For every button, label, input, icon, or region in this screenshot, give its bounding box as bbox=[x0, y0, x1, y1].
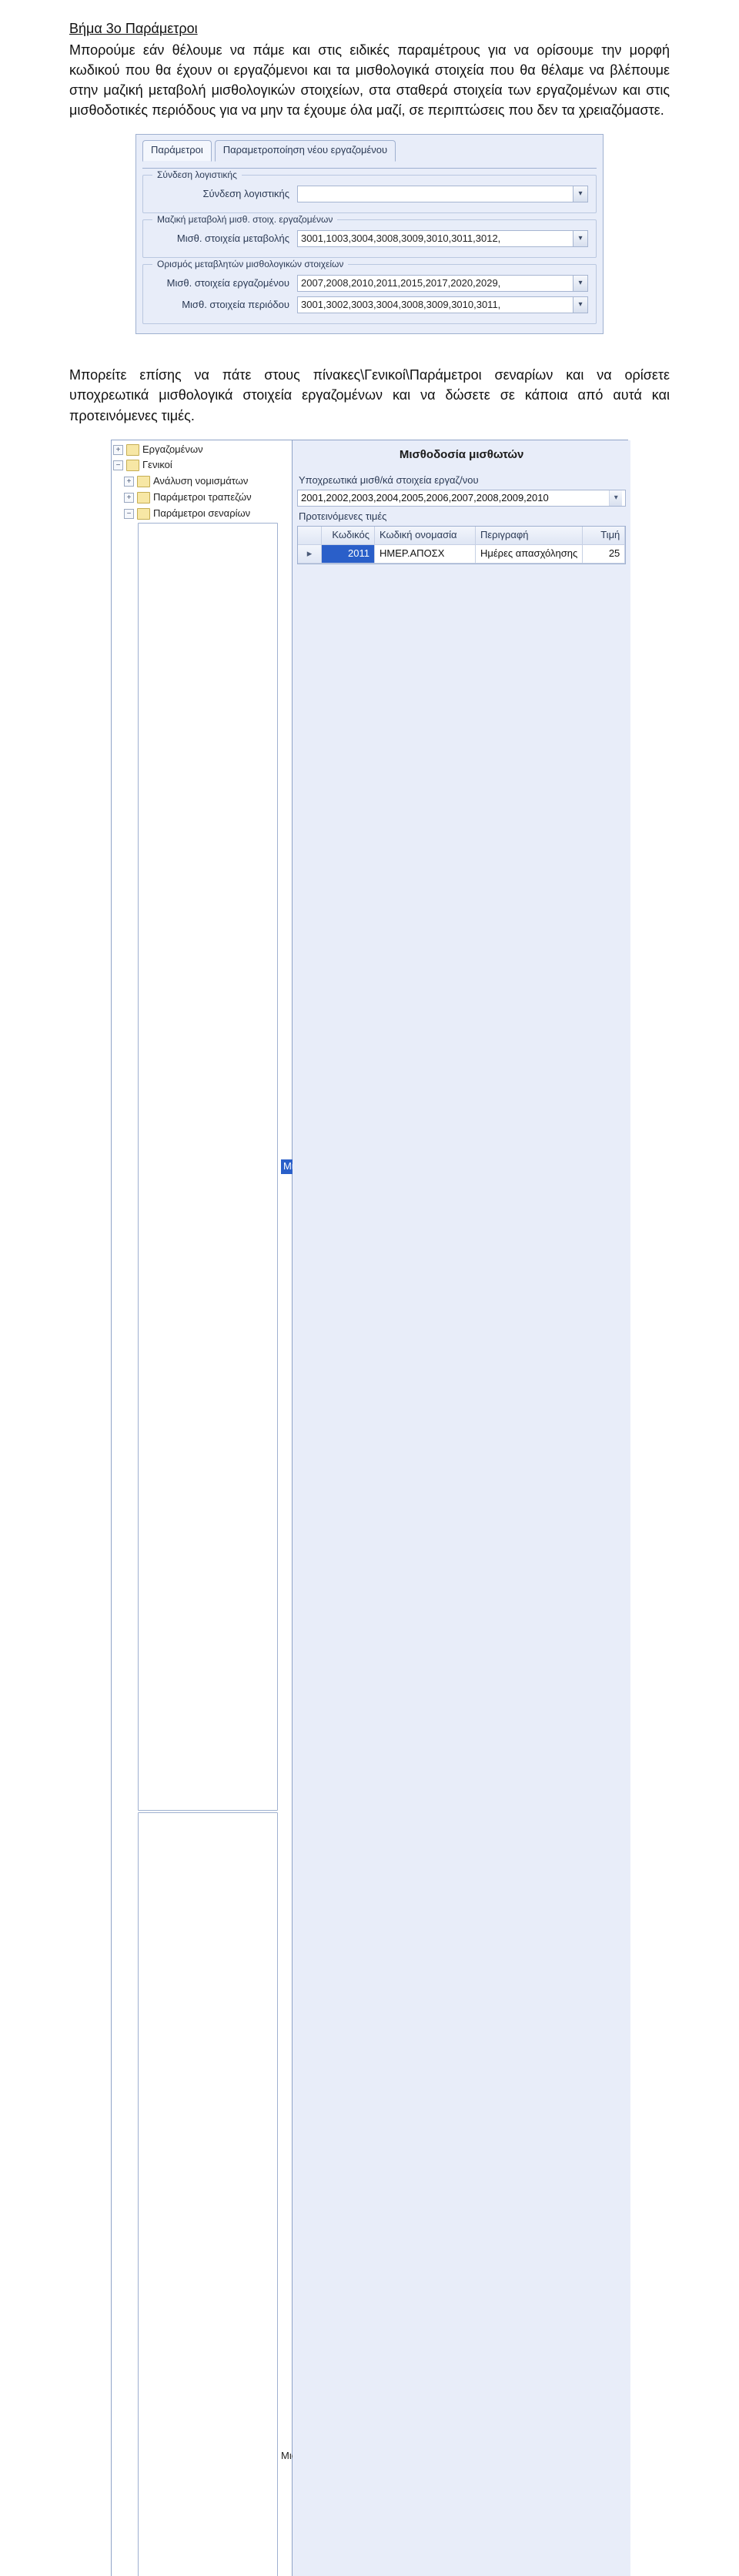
step3-paragraph: Μπορούμε εάν θέλουμε να πάμε και στις ει… bbox=[69, 40, 670, 120]
group-variable-definition: Ορισμός μεταβλητών μισθολογικών στοιχείω… bbox=[142, 264, 597, 324]
panel-title: Μισθοδοσία μισθωτών bbox=[297, 443, 626, 471]
cell-code[interactable]: 2011 bbox=[322, 545, 375, 564]
group-variable-definition-legend: Ορισμός μεταβλητών μισθολογικών στοιχείω… bbox=[152, 258, 348, 271]
tabs: Παράμετροι Παραμετροποίηση νέου εργαζομέ… bbox=[142, 139, 597, 161]
chevron-down-icon[interactable]: ▾ bbox=[573, 296, 588, 313]
collapse-icon[interactable]: − bbox=[124, 509, 134, 519]
folder-icon bbox=[126, 460, 139, 471]
tree-node-general[interactable]: − Γενικοί bbox=[113, 457, 290, 473]
input-change-items[interactable]: 3001,1003,3004,3008,3009,3010,3011,3012,… bbox=[297, 230, 588, 247]
input-change-items-value: 3001,1003,3004,3008,3009,3010,3011,3012, bbox=[297, 230, 573, 247]
label-suggested-values: Προτεινόμενες τιμές bbox=[299, 510, 626, 524]
scenario-params-paragraph: Μπορείτε επίσης να πάτε στους πίνακες\Γε… bbox=[69, 365, 670, 425]
input-period-items-value: 3001,3002,3003,3004,3008,3009,3010,3011, bbox=[297, 296, 573, 313]
group-mass-change-legend: Μαζική μεταβολή μισθ. στοιχ. εργαζομένων bbox=[152, 213, 337, 226]
row-selector-icon[interactable]: ▸ bbox=[298, 545, 322, 564]
col-desc[interactable]: Περιγραφή bbox=[476, 527, 583, 545]
col-code[interactable]: Κωδικός bbox=[322, 527, 375, 545]
tree-label: Εργαζομένων bbox=[142, 443, 203, 457]
chevron-down-icon[interactable]: ▾ bbox=[573, 230, 588, 247]
grid-header: Κωδικός Κωδική ονομασία Περιγραφή Τιμή bbox=[298, 527, 625, 545]
page-icon bbox=[138, 1812, 278, 2576]
label-period-items: Μισθ. στοιχεία περιόδου bbox=[151, 298, 289, 313]
nav-tree: + Εργαζομένων − Γενικοί + Ανάλυση νομισμ… bbox=[112, 440, 293, 2576]
chevron-down-icon[interactable]: ▾ bbox=[573, 275, 588, 292]
col-codename[interactable]: Κωδική ονομασία bbox=[375, 527, 476, 545]
label-change-items: Μισθ. στοιχεία μεταβολής bbox=[151, 232, 289, 246]
scenario-params-window: + Εργαζομένων − Γενικοί + Ανάλυση νομισμ… bbox=[111, 440, 628, 2576]
input-mandatory-items-value: 2001,2002,2003,2004,2005,2006,2007,2008,… bbox=[301, 490, 609, 506]
group-accounting-link-legend: Σύνδεση λογιστικής bbox=[152, 169, 242, 182]
collapse-icon[interactable]: − bbox=[113, 460, 123, 470]
folder-icon bbox=[137, 492, 150, 503]
input-accounting-link[interactable]: ▾ bbox=[297, 186, 588, 202]
cell-value[interactable]: 25 bbox=[583, 545, 625, 564]
folder-icon bbox=[137, 508, 150, 520]
input-mandatory-items[interactable]: 2001,2002,2003,2004,2005,2006,2007,2008,… bbox=[297, 490, 626, 507]
tree-label: Ανάλυση νομισμάτων bbox=[153, 474, 248, 489]
input-accounting-link-value bbox=[297, 186, 573, 202]
grid-row[interactable]: ▸ 2011 ΗΜΕΡ.ΑΠΟΣΧ Ημέρες απασχόλησης 25 bbox=[298, 545, 625, 564]
expand-icon[interactable]: + bbox=[124, 493, 134, 503]
col-value[interactable]: Τιμή bbox=[583, 527, 625, 545]
tree-node-salaried[interactable]: Μισθοδοσία μισθωτών bbox=[113, 522, 290, 1812]
input-period-items[interactable]: 3001,3002,3003,3004,3008,3009,3010,3011,… bbox=[297, 296, 588, 313]
expand-icon[interactable]: + bbox=[124, 477, 134, 487]
input-employee-items[interactable]: 2007,2008,2010,2011,2015,2017,2020,2029,… bbox=[297, 275, 588, 292]
tab-parameters[interactable]: Παράμετροι bbox=[142, 140, 212, 162]
step3-heading: Βήμα 3ο Παράμετροι bbox=[69, 18, 670, 38]
group-mass-change: Μαζική μεταβολή μισθ. στοιχ. εργαζομένων… bbox=[142, 219, 597, 258]
cell-codename[interactable]: ΗΜΕΡ.ΑΠΟΣΧ bbox=[375, 545, 476, 564]
scenario-panel: Μισθοδοσία μισθωτών Υποχρεωτικά μισθ/κά … bbox=[293, 440, 630, 2576]
tree-node-currency[interactable]: + Ανάλυση νομισμάτων bbox=[113, 473, 290, 490]
folder-icon bbox=[126, 444, 139, 456]
tree-node-daily[interactable]: Μισθοδοσία ημερομισθίων bbox=[113, 1812, 290, 2576]
label-accounting-link: Σύνδεση λογιστικής bbox=[151, 187, 289, 202]
tree-node-bank[interactable]: + Παράμετροι τραπεζών bbox=[113, 490, 290, 506]
tab-new-employee-config[interactable]: Παραμετροποίηση νέου εργαζομένου bbox=[215, 140, 396, 162]
suggested-values-grid: Κωδικός Κωδική ονομασία Περιγραφή Τιμή ▸… bbox=[297, 526, 626, 564]
expand-icon[interactable]: + bbox=[113, 445, 123, 455]
chevron-down-icon[interactable]: ▾ bbox=[609, 490, 622, 506]
tree-node-employees[interactable]: + Εργαζομένων bbox=[113, 442, 290, 458]
label-employee-items: Μισθ. στοιχεία εργαζομένου bbox=[151, 276, 289, 291]
tree-label: Παράμετροι σεναρίων bbox=[153, 507, 250, 521]
folder-icon bbox=[137, 476, 150, 487]
label-mandatory-items: Υποχρεωτικά μισθ/κά στοιχεία εργαζ/νου bbox=[299, 473, 626, 488]
chevron-down-icon[interactable]: ▾ bbox=[573, 186, 588, 202]
tree-label: Γενικοί bbox=[142, 458, 172, 473]
cell-desc[interactable]: Ημέρες απασχόλησης bbox=[476, 545, 583, 564]
row-selector-header bbox=[298, 527, 322, 545]
tree-label: Παράμετροι τραπεζών bbox=[153, 490, 252, 505]
group-accounting-link: Σύνδεση λογιστικής Σύνδεση λογιστικής ▾ bbox=[142, 175, 597, 213]
tree-node-scenario-params[interactable]: − Παράμετροι σεναρίων bbox=[113, 506, 290, 522]
page-icon bbox=[138, 523, 278, 1811]
parameters-window: Παράμετροι Παραμετροποίηση νέου εργαζομέ… bbox=[135, 134, 604, 334]
input-employee-items-value: 2007,2008,2010,2011,2015,2017,2020,2029, bbox=[297, 275, 573, 292]
